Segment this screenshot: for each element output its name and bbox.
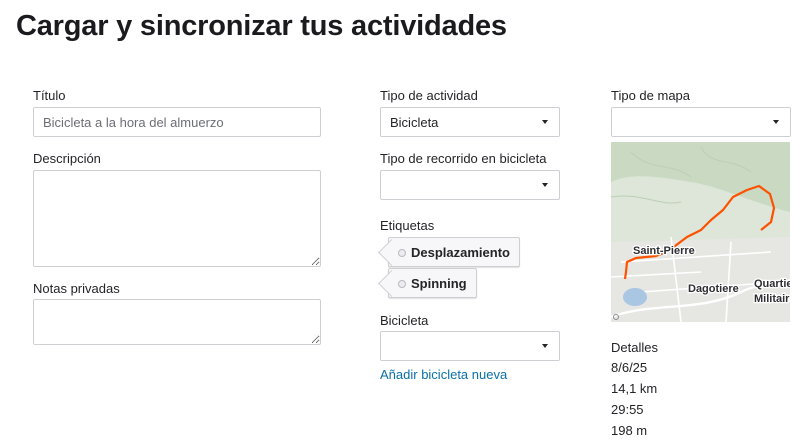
- add-bike-link[interactable]: Añadir bicicleta nueva: [380, 367, 507, 382]
- tag-commute[interactable]: Desplazamiento: [388, 237, 520, 267]
- map-place-label: Quartier: [754, 278, 790, 290]
- description-textarea[interactable]: [33, 170, 321, 267]
- page-title: Cargar y sincronizar tus actividades: [16, 10, 507, 42]
- route-map[interactable]: Saint-Pierre Dagotiere Quartier Militair…: [611, 142, 790, 322]
- map-place-label: Militaire: [754, 293, 790, 305]
- map-place-label: Saint-Pierre: [633, 245, 695, 257]
- details-label: Detalles: [611, 340, 658, 355]
- activity-type-label: Tipo de actividad: [380, 88, 478, 103]
- tag-icon: [398, 249, 406, 257]
- chevron-down-icon: [542, 120, 548, 124]
- tags-label: Etiquetas: [380, 218, 435, 233]
- title-label: Título: [33, 88, 66, 103]
- details-time: 29:55: [611, 402, 644, 417]
- map-svg: Saint-Pierre Dagotiere Quartier Militair…: [611, 142, 790, 322]
- details-elevation: 198 m: [611, 423, 648, 438]
- tag-label: Desplazamiento: [411, 244, 510, 260]
- chevron-down-icon: [542, 183, 548, 187]
- map-place-label: Dagotiere: [688, 283, 739, 295]
- ride-type-select[interactable]: [380, 170, 560, 200]
- tag-icon: [398, 280, 406, 288]
- activity-type-value: Bicicleta: [390, 114, 439, 130]
- private-notes-label: Notas privadas: [33, 281, 120, 296]
- chevron-down-icon: [542, 344, 548, 348]
- bike-label: Bicicleta: [380, 313, 429, 328]
- details-date: 8/6/25: [611, 360, 648, 375]
- ride-type-label: Tipo de recorrido en bicicleta: [380, 151, 547, 166]
- tag-label: Spinning: [411, 275, 467, 291]
- activity-type-select[interactable]: Bicicleta: [380, 107, 560, 137]
- chevron-down-icon: [773, 120, 779, 124]
- details-distance: 14,1 km: [611, 381, 658, 396]
- private-notes-textarea[interactable]: [33, 299, 321, 345]
- map-type-label: Tipo de mapa: [611, 88, 691, 103]
- tag-spinning[interactable]: Spinning: [388, 268, 477, 298]
- bike-select[interactable]: [380, 331, 560, 361]
- map-type-select[interactable]: [611, 107, 791, 137]
- description-label: Descripción: [33, 151, 101, 166]
- title-input[interactable]: [33, 107, 321, 137]
